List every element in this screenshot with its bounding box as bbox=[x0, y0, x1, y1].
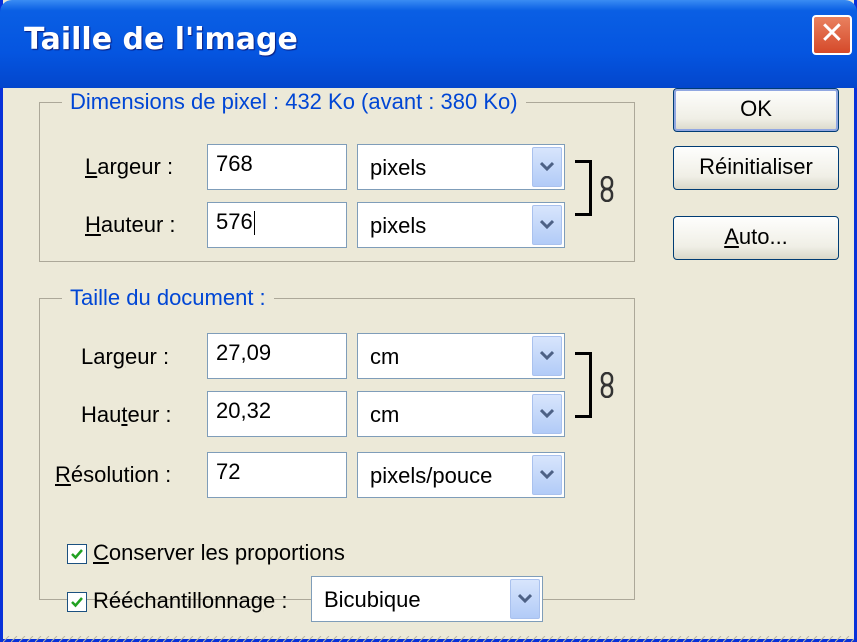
text-caret bbox=[253, 211, 255, 236]
image-size-dialog: Taille de l'image ✕ Dimensions de pixel … bbox=[0, 0, 857, 642]
pixel-width-label: Largeur : bbox=[85, 154, 174, 179]
constrain-proportions-checkbox[interactable] bbox=[67, 544, 87, 564]
resolution-label: Résolution : bbox=[55, 462, 172, 487]
resample-label[interactable]: Rééchantillonnage : bbox=[93, 588, 288, 614]
title-bar[interactable]: Taille de l'image ✕ bbox=[0, 0, 857, 88]
doc-height-unit-select[interactable]: cm bbox=[357, 391, 565, 437]
constrain-proportions-label[interactable]: Conserver les proportions bbox=[93, 540, 345, 566]
doc-width-input[interactable]: 27,09 bbox=[207, 333, 347, 379]
pixel-dimensions-legend: Dimensions de pixel : 432 Ko (avant : 38… bbox=[62, 89, 526, 115]
doc-width-unit-value: cm bbox=[370, 344, 400, 369]
close-icon: ✕ bbox=[819, 16, 845, 51]
dialog-body: Dimensions de pixel : 432 Ko (avant : 38… bbox=[3, 88, 854, 642]
resample-method-value: Bicubique bbox=[324, 587, 421, 612]
resolution-unit-value: pixels/pouce bbox=[370, 463, 493, 488]
chevron-down-icon[interactable] bbox=[532, 205, 562, 245]
chevron-down-icon[interactable] bbox=[532, 394, 562, 434]
document-size-legend: Taille du document : bbox=[62, 285, 274, 311]
doc-height-input[interactable]: 20,32 bbox=[207, 391, 347, 437]
doc-height-unit-value: cm bbox=[370, 402, 400, 427]
chevron-down-icon[interactable] bbox=[532, 147, 562, 187]
chevron-down-icon[interactable] bbox=[532, 336, 562, 376]
resize-grip-edge bbox=[3, 636, 854, 642]
doc-width-unit-select[interactable]: cm bbox=[357, 333, 565, 379]
resample-checkbox[interactable] bbox=[67, 592, 87, 612]
checkmark-icon bbox=[71, 597, 83, 608]
resolution-input[interactable]: 72 bbox=[207, 452, 347, 498]
pixel-width-unit-select[interactable]: pixels bbox=[357, 144, 565, 190]
pixel-height-unit-value: pixels bbox=[370, 213, 427, 238]
close-button[interactable]: ✕ bbox=[812, 15, 852, 55]
checkmark-icon bbox=[71, 549, 83, 560]
resample-method-select[interactable]: Bicubique bbox=[311, 576, 543, 622]
ok-button[interactable]: OK bbox=[673, 88, 839, 132]
pixel-width-unit-value: pixels bbox=[370, 155, 427, 180]
chain-link-icon bbox=[600, 176, 614, 202]
doc-width-label: Largeur : bbox=[81, 344, 170, 369]
resolution-unit-select[interactable]: pixels/pouce bbox=[357, 452, 565, 498]
reset-button[interactable]: Réinitialiser bbox=[673, 146, 839, 190]
pixel-height-label: Hauteur : bbox=[85, 212, 176, 237]
auto-button[interactable]: Auto... bbox=[673, 216, 839, 260]
chevron-down-icon[interactable] bbox=[510, 579, 540, 619]
chain-link-icon bbox=[600, 372, 614, 398]
doc-height-label: Hauteur : bbox=[81, 402, 172, 427]
pixel-height-unit-select[interactable]: pixels bbox=[357, 202, 565, 248]
pixel-width-input[interactable]: 768 bbox=[207, 144, 347, 190]
dialog-title: Taille de l'image bbox=[24, 22, 298, 57]
chevron-down-icon[interactable] bbox=[532, 455, 562, 495]
pixel-height-input[interactable]: 576 bbox=[207, 202, 347, 248]
pixel-link-bracket bbox=[575, 160, 592, 216]
document-link-bracket bbox=[575, 352, 592, 418]
